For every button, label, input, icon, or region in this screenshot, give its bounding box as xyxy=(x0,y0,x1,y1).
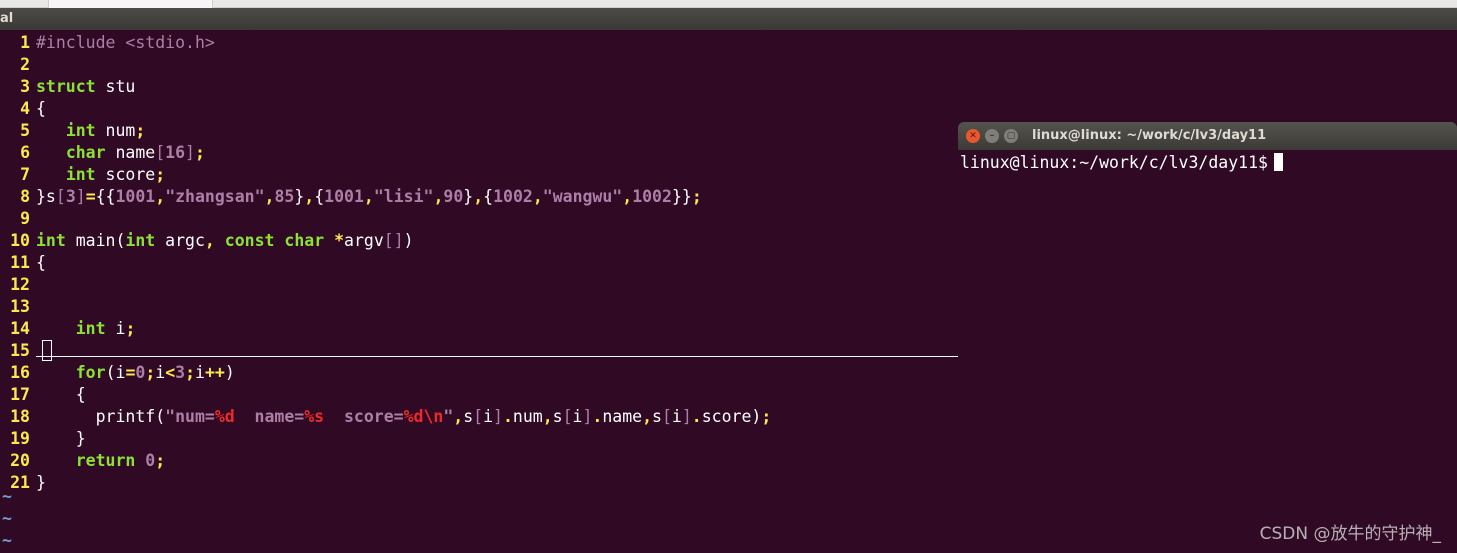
line-number: 20 xyxy=(10,451,30,470)
code-text: int main(int argc, const char *argv[]) xyxy=(36,231,414,250)
code-line: 12 xyxy=(0,274,36,296)
code-line: 11 { xyxy=(0,252,46,274)
empty-line-tilde: ~ xyxy=(2,487,12,506)
editor-window-title: al xyxy=(0,11,14,26)
line-number: 17 xyxy=(10,385,30,404)
line-number: 11 xyxy=(10,253,30,272)
code-text: } xyxy=(36,429,86,448)
empty-line-tilde: ~ xyxy=(2,509,12,528)
code-line: 9 xyxy=(0,208,36,230)
code-line: 6 char name[16]; xyxy=(0,142,205,164)
code-line: 19 } xyxy=(0,428,86,450)
terminal-body[interactable]: linux@linux:~/work/c/lv3/day11$ xyxy=(960,152,1283,174)
line-number: 19 xyxy=(10,429,30,448)
code-text: { xyxy=(36,385,86,404)
tab[interactable] xyxy=(48,0,213,8)
line-number: 2 xyxy=(20,55,30,74)
line-number: 14 xyxy=(10,319,30,338)
terminal-prompt: linux@linux:~/work/c/lv3/day11$ xyxy=(960,153,1268,172)
code-text: int i; xyxy=(75,319,136,338)
empty-line-tilde: ~ xyxy=(2,531,12,550)
terminal-cursor xyxy=(1273,153,1283,171)
line-number: 13 xyxy=(10,297,30,316)
line-number: 3 xyxy=(20,77,30,96)
code-text: char name[16]; xyxy=(65,143,205,162)
cursorline-underline xyxy=(36,356,958,357)
line-number: 10 xyxy=(10,231,30,250)
code-line: 18 printf("num=%d name=%s score=%d\n",s[… xyxy=(0,406,771,428)
code-text: int num; xyxy=(65,121,146,140)
code-line: 2 xyxy=(0,54,36,76)
code-text: printf("num=%d name=%s score=%d\n",s[i].… xyxy=(36,407,772,426)
line-number: 8 xyxy=(20,187,30,206)
editor-window-titlebar[interactable]: al xyxy=(0,8,1457,30)
terminal-titlebar[interactable]: ✕ – ▢ linux@linux: ~/work/c/lv3/day11 xyxy=(958,122,1457,150)
line-number: 1 xyxy=(20,33,30,52)
code-line: 8 }s[3]={{1001,"zhangsan",85},{1001,"lisi… xyxy=(0,186,702,208)
code-line: 13 xyxy=(0,296,36,318)
code-line: 1 #include <stdio.h> xyxy=(0,32,215,54)
line-number: 15 xyxy=(10,341,30,360)
code-line: 20 return 0; xyxy=(0,450,165,472)
code-line: 5 int num; xyxy=(0,120,145,142)
code-line: 4{ xyxy=(0,98,46,120)
line-number: 5 xyxy=(20,121,30,140)
vim-cursor xyxy=(42,340,52,361)
code-line: 16 for(i=0;i<3;i++) xyxy=(0,362,235,384)
line-number: 12 xyxy=(10,275,30,294)
line-number: 6 xyxy=(20,143,30,162)
line-number: 18 xyxy=(10,407,30,426)
code-line: 17 { xyxy=(0,384,86,406)
line-number: 4 xyxy=(20,99,30,118)
code-text: for(i=0;i<3;i++) xyxy=(75,363,235,382)
line-number: 16 xyxy=(10,363,30,382)
code-line: 3 struct stu xyxy=(0,76,135,98)
code-text: }s[3]={{1001,"zhangsan",85},{1001,"lisi"… xyxy=(36,187,702,206)
line-number: 9 xyxy=(20,209,30,228)
code-text: { xyxy=(36,99,46,118)
terminal-window[interactable]: ✕ – ▢ linux@linux: ~/work/c/lv3/day11 li… xyxy=(958,122,1457,553)
code-line: 14 int i; xyxy=(0,318,135,340)
close-icon[interactable]: ✕ xyxy=(966,129,980,143)
code-text: int score; xyxy=(65,165,166,184)
top-tab-strip xyxy=(0,0,1457,8)
watermark: CSDN @放牛的守护神_ xyxy=(1259,524,1441,544)
maximize-icon[interactable]: ▢ xyxy=(1004,129,1018,143)
code-text: } xyxy=(36,473,46,492)
minimize-icon[interactable]: – xyxy=(985,129,999,143)
terminal-title: linux@linux: ~/work/c/lv3/day11 xyxy=(1032,128,1267,143)
code-line: 15 xyxy=(0,340,36,362)
code-text: { xyxy=(36,253,46,272)
code-text: #include <stdio.h> xyxy=(36,33,215,52)
code-text: return 0; xyxy=(75,451,166,470)
code-text: struct stu xyxy=(36,77,136,96)
line-number: 7 xyxy=(20,165,30,184)
code-line: 10 int main(int argc, const char *argv[]) xyxy=(0,230,414,252)
code-line: 7 int score; xyxy=(0,164,165,186)
